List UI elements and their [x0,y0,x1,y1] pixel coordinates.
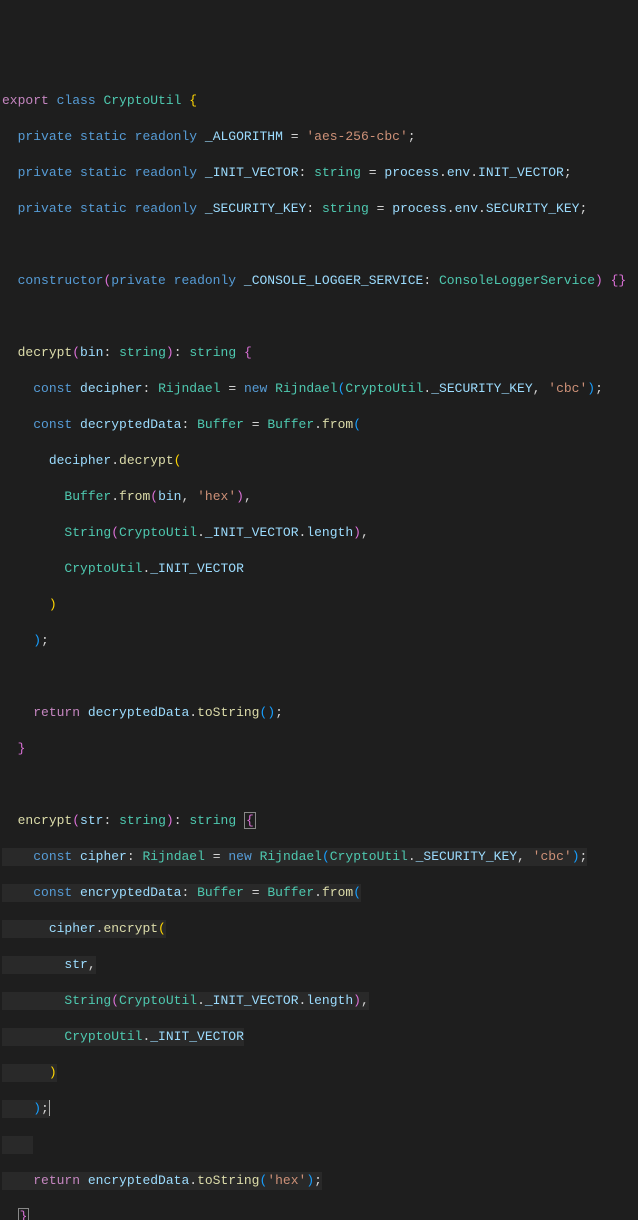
code-line: encrypt(str: string): string { [0,812,638,830]
code-line: String(CryptoUtil._INIT_VECTOR.length), [0,992,638,1010]
code-line: String(CryptoUtil._INIT_VECTOR.length), [0,524,638,542]
code-line: decrypt(bin: string): string { [0,344,638,362]
code-line: private static readonly _INIT_VECTOR: st… [0,164,638,182]
code-line: ); [0,632,638,650]
code-line: export class CryptoUtil { [0,92,638,110]
blank-line [0,668,638,686]
field-algorithm: _ALGORITHM [205,129,283,144]
code-line: return encryptedData.toString('hex'); [0,1172,638,1190]
keyword-export: export [2,93,49,108]
field-security-key: _SECURITY_KEY [205,201,306,216]
code-line: Buffer.from(bin, 'hex'), [0,488,638,506]
code-line: const encryptedData: Buffer = Buffer.fro… [0,884,638,902]
code-line: private static readonly _ALGORITHM = 'ae… [0,128,638,146]
blank-line [0,776,638,794]
code-line: decipher.decrypt( [0,452,638,470]
code-line: const decryptedData: Buffer = Buffer.fro… [0,416,638,434]
brace-open: { [189,93,197,108]
string-literal: 'aes-256-cbc' [306,129,407,144]
code-line: str, [0,956,638,974]
keyword-constructor: constructor [18,273,104,288]
code-line: ) [0,596,638,614]
code-line: ); [0,1100,638,1118]
code-line: ) [0,1064,638,1082]
blank-line [0,308,638,326]
blank-line [0,1136,638,1154]
method-decrypt: decrypt [18,345,73,360]
matching-brace-close: } [18,1208,30,1220]
code-line: const cipher: Rijndael = new Rijndael(Cr… [0,848,638,866]
class-name: CryptoUtil [103,93,181,108]
code-editor[interactable]: export class CryptoUtil { private static… [0,74,638,1220]
method-encrypt: encrypt [18,813,73,828]
code-line: cipher.encrypt( [0,920,638,938]
code-line: } [0,1208,638,1220]
blank-line [0,236,638,254]
text-cursor [49,1100,50,1116]
field-console-logger: _CONSOLE_LOGGER_SERVICE [244,273,423,288]
code-line: const decipher: Rijndael = new Rijndael(… [0,380,638,398]
code-line: private static readonly _SECURITY_KEY: s… [0,200,638,218]
field-init-vector: _INIT_VECTOR [205,165,299,180]
code-line: CryptoUtil._INIT_VECTOR [0,560,638,578]
code-line: constructor(private readonly _CONSOLE_LO… [0,272,638,290]
code-line: return decryptedData.toString(); [0,704,638,722]
matching-brace-open: { [244,812,256,829]
code-line: } [0,740,638,758]
code-line: CryptoUtil._INIT_VECTOR [0,1028,638,1046]
keyword-class: class [57,93,96,108]
